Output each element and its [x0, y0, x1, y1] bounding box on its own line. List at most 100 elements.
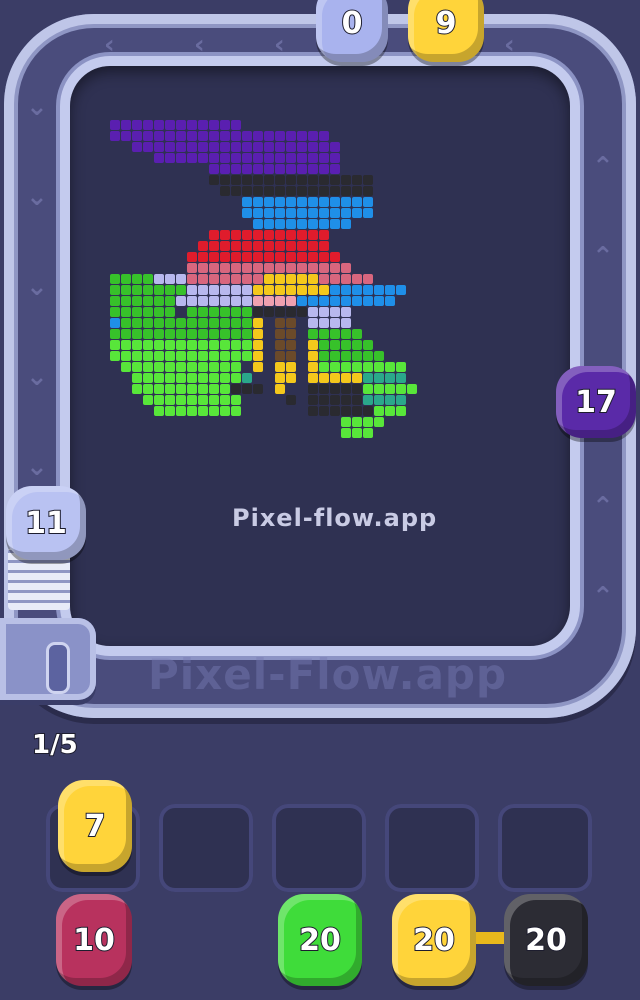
- pixel-block: [330, 142, 340, 152]
- pixel-block: [209, 175, 219, 185]
- pixel-block: [220, 252, 230, 262]
- pixel-block: [187, 384, 197, 394]
- pixel-block: [165, 285, 175, 295]
- pixel-block: [198, 252, 208, 262]
- pixel-block: [121, 329, 131, 339]
- pixel-block: [198, 120, 208, 130]
- pixel-block: [165, 373, 175, 383]
- pixel-block: [363, 417, 373, 427]
- pixel-block: [363, 285, 373, 295]
- pixel-block: [308, 252, 318, 262]
- pixel-block: [286, 340, 296, 350]
- pixel-block: [330, 373, 340, 383]
- pixel-block: [374, 417, 384, 427]
- chevron-left-icon: ‹: [104, 30, 115, 60]
- pixel-block: [132, 373, 142, 383]
- pixel-block: [253, 384, 263, 394]
- pixel-block: [297, 263, 307, 273]
- pixel-block: [242, 208, 252, 218]
- pixel-block: [242, 351, 252, 361]
- pixel-block: [385, 285, 395, 295]
- pixel-block: [242, 296, 252, 306]
- holding-slot-4[interactable]: [385, 804, 479, 892]
- pixel-block: [363, 186, 373, 196]
- pixel-block: [165, 329, 175, 339]
- pixel-block: [242, 153, 252, 163]
- pixel-block: [209, 263, 219, 273]
- holding-slot-3[interactable]: [272, 804, 366, 892]
- pixel-block: [132, 296, 142, 306]
- pixel-block: [363, 373, 373, 383]
- pixel-block: [385, 384, 395, 394]
- pixel-block: [121, 362, 131, 372]
- pixel-block: [275, 351, 285, 361]
- pixel-block: [352, 296, 362, 306]
- pixel-block: [264, 186, 274, 196]
- pixel-block: [297, 131, 307, 141]
- pixel-block: [176, 274, 186, 284]
- pixel-block: [286, 164, 296, 174]
- pixel-block: [308, 219, 318, 229]
- track-pig-top-right: 9: [408, 0, 484, 62]
- pixel-block: [319, 153, 329, 163]
- pixel-block: [165, 406, 175, 416]
- pixel-block: [165, 318, 175, 328]
- chevron-down-icon: ⌄: [26, 362, 48, 392]
- pixel-block: [220, 175, 230, 185]
- pixel-block: [319, 329, 329, 339]
- pixel-block: [187, 318, 197, 328]
- pixel-block: [242, 274, 252, 284]
- pixel-block: [319, 175, 329, 185]
- queue-pig-4[interactable]: 20: [504, 894, 588, 986]
- queue-pig-1[interactable]: 10: [56, 894, 132, 986]
- pixel-block: [231, 263, 241, 273]
- pixel-block: [319, 142, 329, 152]
- pixel-block: [121, 318, 131, 328]
- pixel-block: [121, 131, 131, 141]
- pixel-block: [330, 340, 340, 350]
- pixel-block: [253, 274, 263, 284]
- pixel-block: [198, 340, 208, 350]
- pixel-block: [319, 406, 329, 416]
- pixel-block: [253, 197, 263, 207]
- pixel-block: [253, 186, 263, 196]
- track-pig-top-left: 0: [316, 0, 388, 62]
- pixel-block: [308, 175, 318, 185]
- pixel-block: [154, 351, 164, 361]
- queue-pig-2[interactable]: 20: [278, 894, 362, 986]
- holding-slot-5[interactable]: [498, 804, 592, 892]
- holding-slot-2[interactable]: [159, 804, 253, 892]
- pixel-block: [275, 131, 285, 141]
- pixel-block: [231, 186, 241, 196]
- pixel-block: [242, 230, 252, 240]
- queue-pig-3[interactable]: 20: [392, 894, 476, 986]
- pixel-block: [363, 296, 373, 306]
- pixel-block: [330, 164, 340, 174]
- pixel-block: [308, 241, 318, 251]
- pixel-block: [187, 252, 197, 262]
- pixel-block: [330, 219, 340, 229]
- pixel-block: [220, 186, 230, 196]
- pixel-block: [165, 395, 175, 405]
- pixel-block: [319, 384, 329, 394]
- pixel-block: [231, 175, 241, 185]
- pixel-block: [275, 329, 285, 339]
- pixel-block: [187, 296, 197, 306]
- pixel-block: [143, 296, 153, 306]
- chevron-left-icon: ‹: [194, 30, 205, 60]
- pixel-block: [308, 285, 318, 295]
- pixel-block: [363, 428, 373, 438]
- pixel-block: [319, 395, 329, 405]
- pixel-block: [308, 340, 318, 350]
- pixel-block: [209, 241, 219, 251]
- pixel-block: [363, 362, 373, 372]
- pixel-block: [231, 274, 241, 284]
- pixel-block: [308, 263, 318, 273]
- pixel-block: [242, 131, 252, 141]
- pixel-block: [275, 241, 285, 251]
- pixel-block: [209, 362, 219, 372]
- pixel-block: [275, 197, 285, 207]
- holding-pig[interactable]: 7: [58, 780, 132, 872]
- pig-count: 9: [435, 5, 458, 42]
- pixel-block: [165, 120, 175, 130]
